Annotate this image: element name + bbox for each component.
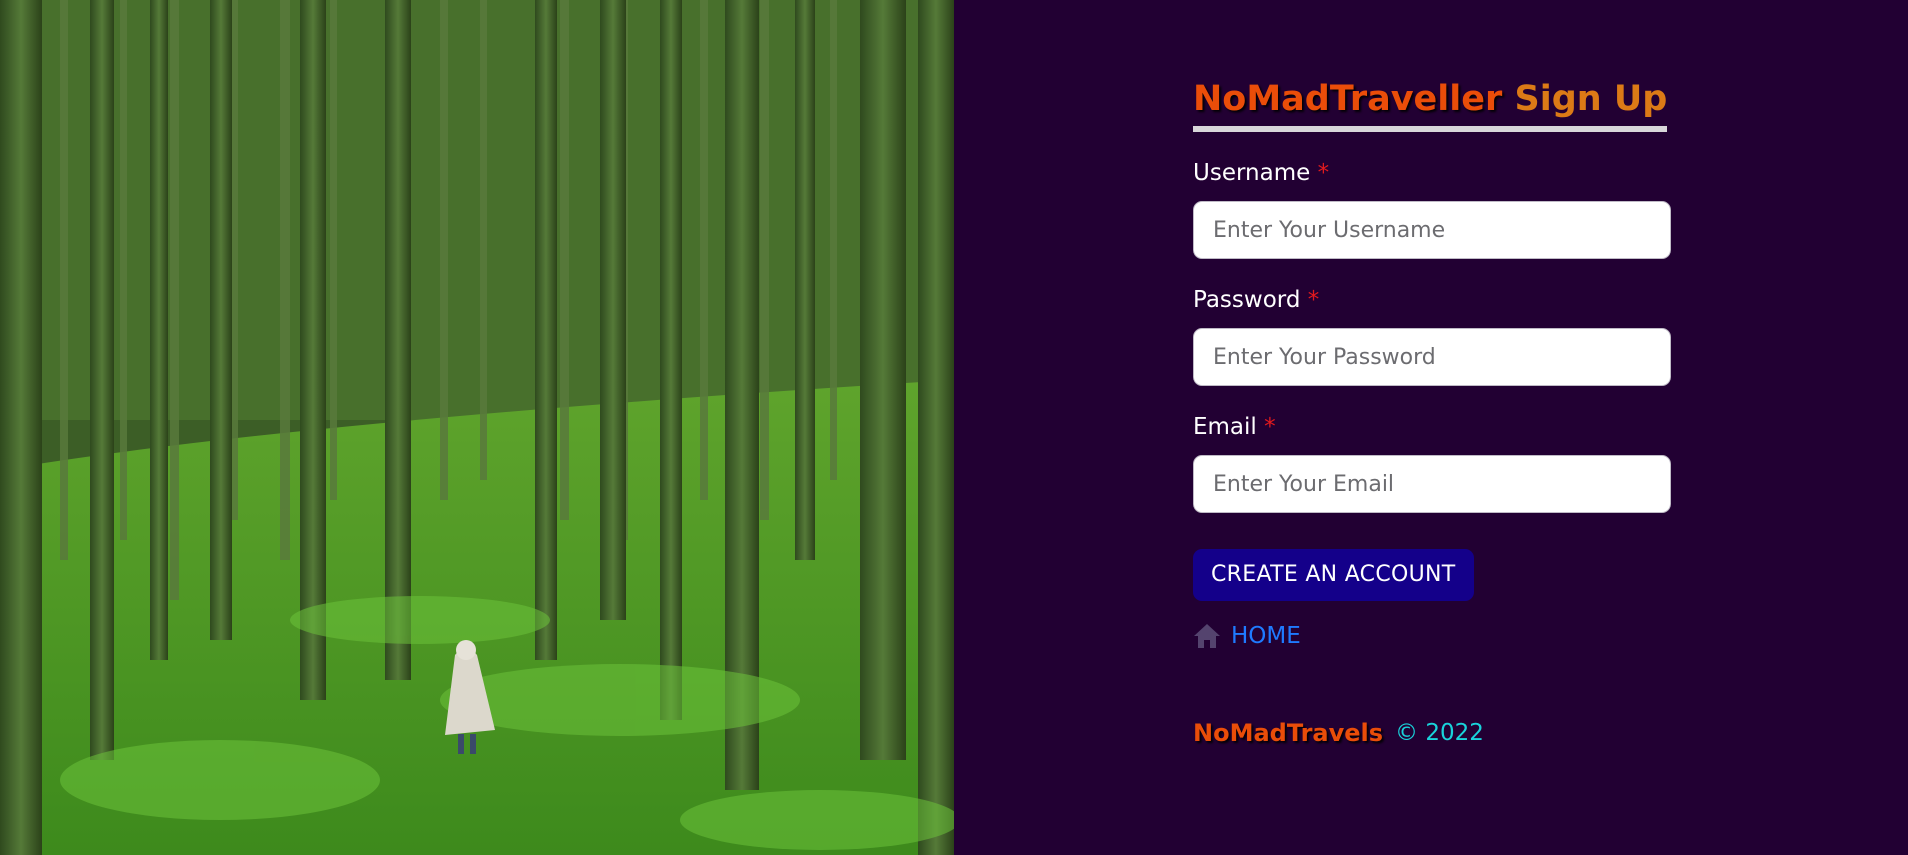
required-asterisk: * xyxy=(1317,160,1330,186)
username-label: Username * xyxy=(1193,158,1671,188)
signup-panel: NoMadTraveller Sign Up Username * Passwo… xyxy=(954,0,1908,855)
password-label: Password * xyxy=(1193,285,1671,315)
title-brand: NoMadTraveller xyxy=(1193,79,1503,119)
required-asterisk: * xyxy=(1307,287,1320,313)
password-field-group: Password * xyxy=(1193,285,1671,386)
copyright-text: © 2022 xyxy=(1395,720,1484,746)
username-input[interactable] xyxy=(1193,201,1671,259)
home-link[interactable]: HOME xyxy=(1193,623,1301,649)
username-field-group: Username * xyxy=(1193,158,1671,259)
password-label-text: Password xyxy=(1193,287,1301,313)
submit-row: CREATE AN ACCOUNT xyxy=(1193,549,1671,601)
email-input[interactable] xyxy=(1193,455,1671,513)
forest-hero-image xyxy=(0,0,954,855)
email-label: Email * xyxy=(1193,412,1671,442)
signup-form: NoMadTraveller Sign Up Username * Passwo… xyxy=(1193,76,1671,747)
title-sign-up: Sign Up xyxy=(1514,79,1668,119)
forest-illustration xyxy=(0,0,954,855)
page-title: NoMadTraveller Sign Up xyxy=(1193,76,1668,132)
home-icon xyxy=(1194,624,1220,648)
home-link-label: HOME xyxy=(1231,623,1301,649)
email-field-group: Email * xyxy=(1193,412,1671,513)
footer-brand: NoMadTravels xyxy=(1193,719,1384,747)
signup-page: NoMadTraveller Sign Up Username * Passwo… xyxy=(0,0,1908,855)
email-label-text: Email xyxy=(1193,414,1257,440)
required-asterisk: * xyxy=(1264,414,1276,440)
home-row: HOME xyxy=(1193,623,1671,653)
username-label-text: Username xyxy=(1193,160,1311,186)
password-input[interactable] xyxy=(1193,328,1671,386)
footer: NoMadTravels © 2022 xyxy=(1193,719,1671,747)
create-account-button[interactable]: CREATE AN ACCOUNT xyxy=(1193,549,1474,601)
